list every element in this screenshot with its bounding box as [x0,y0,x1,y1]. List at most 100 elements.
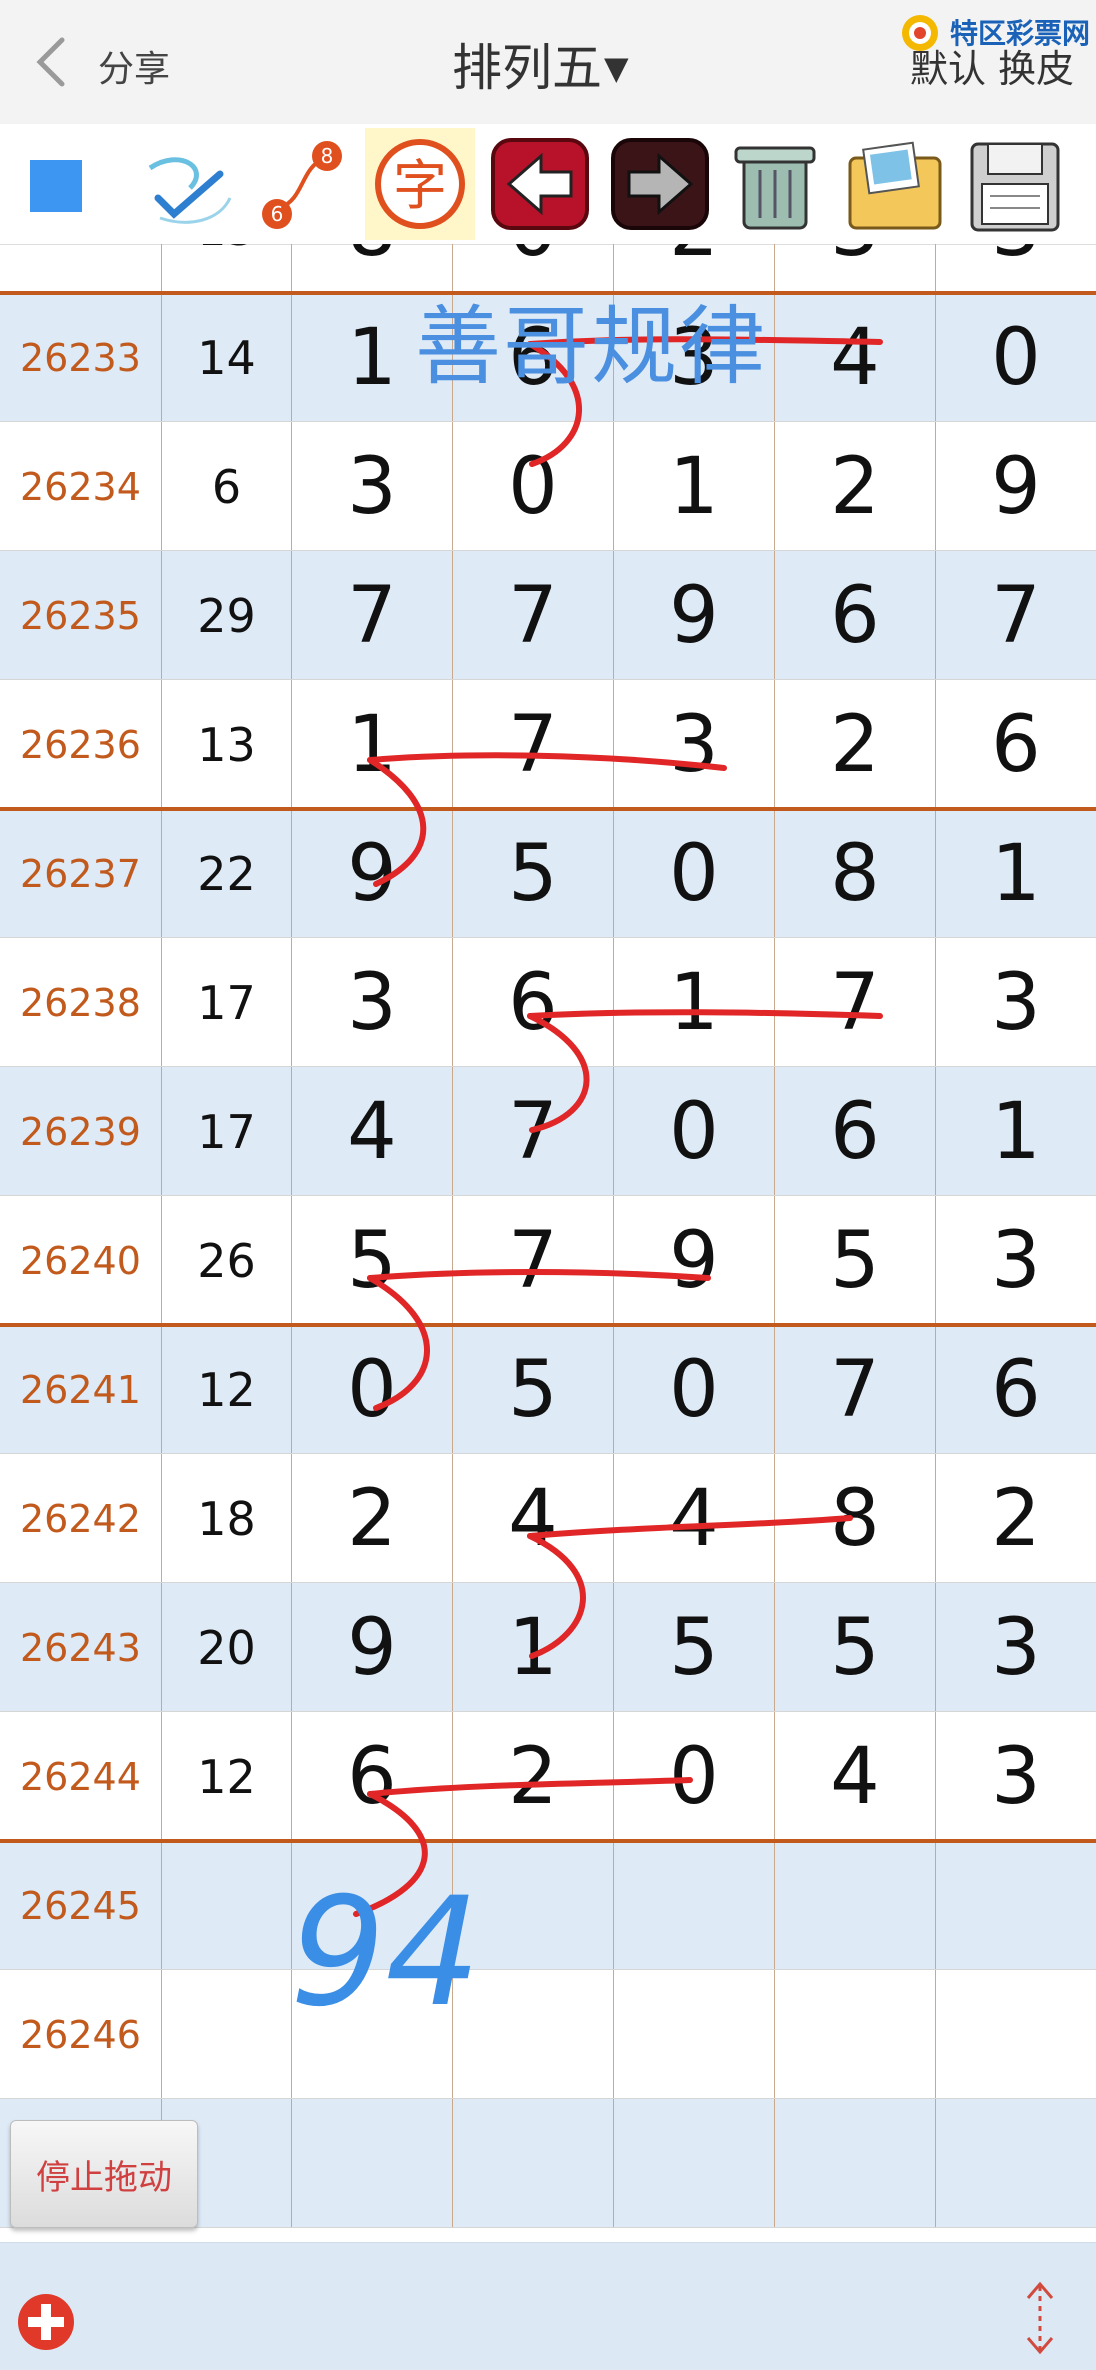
digit-cell[interactable] [614,1970,775,2099]
table-row: 26235 29 7 7 9 6 7 [0,551,1096,680]
digit-cell[interactable]: 7 [292,551,453,680]
digit-cell[interactable]: 3 [936,1712,1096,1841]
digit-cell[interactable] [614,2099,775,2228]
digit-cell[interactable]: 0 [292,1325,453,1454]
digit-cell[interactable]: 5 [775,1583,936,1712]
digit-cell[interactable]: 7 [775,1325,936,1454]
sum-value [162,1970,292,2099]
digit-cell[interactable] [936,1841,1096,1970]
color-square-icon[interactable] [10,128,120,240]
skin-toggle-button[interactable]: 默认 换皮 [910,38,1074,93]
digit-cell[interactable]: 5 [614,1583,775,1712]
digit-cell[interactable]: 6 [775,551,936,680]
table-row: 26234 6 3 0 1 2 9 [0,422,1096,551]
digit-cell[interactable]: 1 [453,1583,614,1712]
share-button[interactable]: 分享 [98,40,170,92]
digit-cell[interactable]: 1 [936,1067,1096,1196]
add-icon[interactable] [14,2290,78,2354]
digit-cell[interactable]: 1 [292,680,453,809]
digit-cell[interactable] [292,2099,453,2228]
digit-cell[interactable]: 0 [614,1067,775,1196]
digit-cell[interactable]: 0 [614,1712,775,1841]
digit-cell[interactable]: 7 [453,1067,614,1196]
lottery-type-selector[interactable]: 排列五▼ [452,28,629,100]
table-row: 26245 [0,1841,1096,1970]
back-arrow-icon[interactable] [30,34,70,90]
digit-cell[interactable]: 4 [453,1454,614,1583]
digit-cell[interactable]: 7 [453,680,614,809]
digit-cell[interactable]: 5 [775,1196,936,1325]
digit-cell[interactable]: 5 [292,1196,453,1325]
digit-cell[interactable] [453,2099,614,2228]
issue-number: 26234 [0,422,162,551]
issue-number: 26236 [0,680,162,809]
issue-number: 26235 [0,551,162,680]
digit-cell[interactable]: 4 [775,1712,936,1841]
digit-cell[interactable]: 3 [936,938,1096,1067]
digit-cell[interactable]: 6 [775,1067,936,1196]
gallery-folder-icon[interactable] [840,128,950,240]
digit-cell[interactable] [453,1970,614,2099]
stop-drag-button[interactable]: 停止拖动 [10,2120,198,2228]
save-disk-icon[interactable] [960,128,1070,240]
scroll-updown-icon[interactable] [1018,2278,1062,2358]
digit-cell[interactable]: 5 [453,1325,614,1454]
digit-cell[interactable]: 3 [936,1196,1096,1325]
digit-cell[interactable] [292,1841,453,1970]
digit-cell[interactable]: 7 [936,551,1096,680]
digit-cell[interactable] [292,1970,453,2099]
digit-cell[interactable]: 6 [292,1712,453,1841]
digit-cell[interactable]: 4 [775,293,936,422]
digit-cell[interactable]: 3 [292,938,453,1067]
digit-cell[interactable] [775,1970,936,2099]
digit-cell[interactable]: 7 [453,1196,614,1325]
digit-cell[interactable]: 3 [936,1583,1096,1712]
undo-arrow-icon[interactable] [485,128,595,240]
digit-cell[interactable]: 3 [292,422,453,551]
digit-cell[interactable]: 4 [292,1067,453,1196]
digit-cell[interactable]: 2 [775,422,936,551]
digit-cell[interactable] [936,1970,1096,2099]
issue-number: 26237 [0,809,162,938]
digit-cell[interactable]: 3 [775,244,936,293]
digit-cell[interactable]: 2 [775,680,936,809]
digit-cell[interactable]: 7 [453,551,614,680]
digit-cell[interactable]: 9 [936,422,1096,551]
trash-can-icon[interactable] [720,128,830,240]
digit-cell[interactable]: 0 [936,293,1096,422]
digit-cell[interactable]: 8 [775,809,936,938]
digit-cell[interactable]: 2 [453,1712,614,1841]
digit-cell[interactable] [936,2099,1096,2228]
digit-cell[interactable]: 6 [453,938,614,1067]
digit-cell[interactable]: 1 [614,422,775,551]
issue-number: 26245 [0,1841,162,1970]
digit-cell[interactable]: 1 [614,938,775,1067]
digit-cell[interactable]: 6 [936,680,1096,809]
digit-cell[interactable] [614,1841,775,1970]
digit-cell[interactable]: 4 [614,1454,775,1583]
text-tool-icon[interactable]: 字 [365,128,475,240]
digit-cell[interactable] [453,1841,614,1970]
digit-cell[interactable]: 0 [614,1325,775,1454]
digit-cell[interactable]: 9 [292,809,453,938]
digit-cell[interactable]: 5 [453,809,614,938]
redo-arrow-icon[interactable] [605,128,715,240]
digit-cell[interactable]: 0 [453,422,614,551]
digit-cell[interactable]: 9 [614,1196,775,1325]
digit-cell[interactable]: 3 [936,244,1096,293]
digit-cell[interactable]: 9 [614,551,775,680]
connect-6-8-icon[interactable]: 6 8 [245,128,355,240]
digit-cell[interactable]: 1 [936,809,1096,938]
digit-cell[interactable]: 0 [614,809,775,938]
digit-cell[interactable] [775,1841,936,1970]
digit-cell[interactable]: 3 [614,680,775,809]
period-separator [0,1839,1096,1843]
digit-cell[interactable]: 7 [775,938,936,1067]
digit-cell[interactable]: 2 [936,1454,1096,1583]
digit-cell[interactable]: 9 [292,1583,453,1712]
digit-cell[interactable]: 8 [775,1454,936,1583]
digit-cell[interactable]: 6 [936,1325,1096,1454]
check-pen-icon[interactable] [130,128,240,240]
digit-cell[interactable]: 2 [292,1454,453,1583]
digit-cell[interactable] [775,2099,936,2228]
